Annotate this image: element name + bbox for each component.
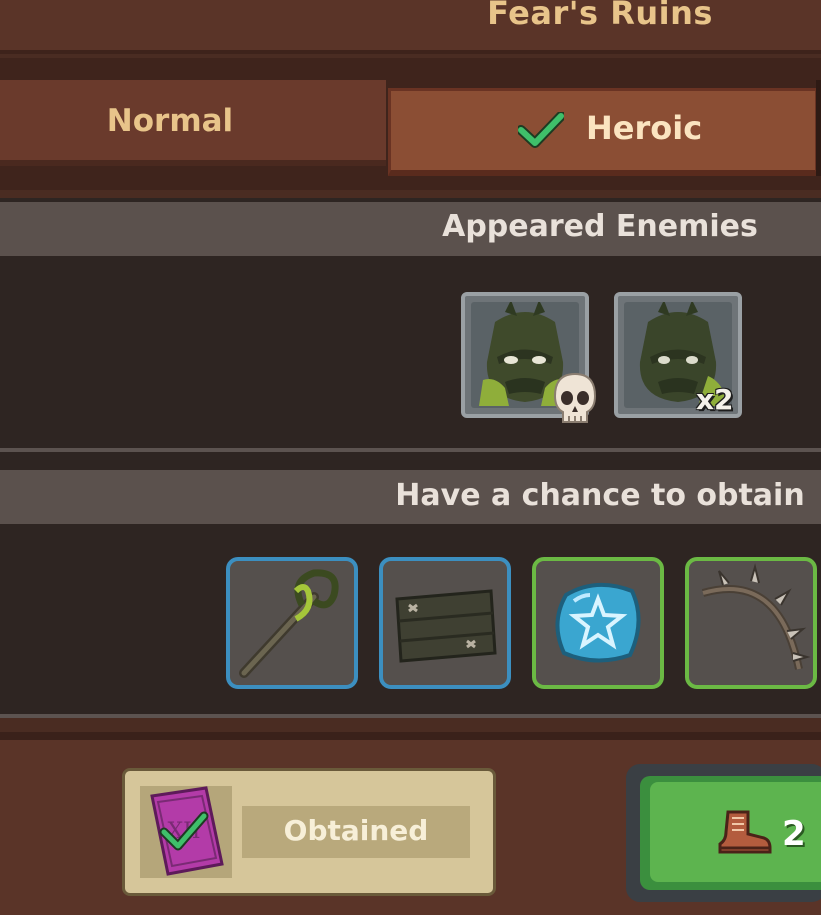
tab-heroic-label: Heroic [586,109,703,147]
stage-title: Fear's Ruins [487,0,713,32]
section-divider-bottom [0,714,821,718]
footer-divider [0,732,821,740]
obtained-label: Obtained [283,814,429,847]
checkmark-icon [518,112,564,148]
reward-item-bow[interactable] [685,557,817,689]
reward-item-rune[interactable] [532,557,664,689]
spellbook-icon: XII [150,786,224,876]
star-rune-icon [555,582,641,663]
enemies-section-title: Appeared Enemies [442,209,758,244]
section-divider [0,448,821,452]
wooden-plank-icon [395,589,497,663]
tab-normal-label: Normal [106,103,234,139]
energy-cost: 2 [782,814,806,854]
thorn-bow-icon [701,563,811,670]
tab-edge [816,80,821,176]
skull-icon [553,372,597,423]
header-divider [0,50,821,54]
staff-icon [239,569,339,678]
reward-item-plank[interactable] [379,557,511,689]
boot-icon [718,810,772,854]
enemy-count-badge: x2 [696,383,734,416]
rewards-section-title: Have a chance to obtain [395,478,805,513]
reward-item-staff[interactable] [226,557,358,689]
